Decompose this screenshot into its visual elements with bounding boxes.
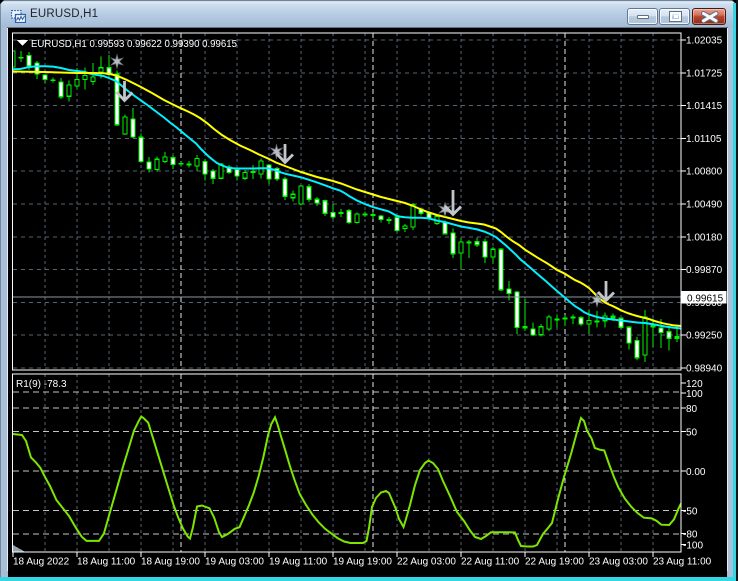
svg-text:50: 50 [686,428,698,439]
svg-text:-80: -80 [683,530,698,541]
svg-text:1.01415: 1.01415 [686,101,723,112]
svg-text:1.01105: 1.01105 [686,134,722,145]
svg-text:-50: -50 [683,507,698,518]
svg-text:22 Aug 03:00: 22 Aug 03:00 [397,557,456,568]
svg-text:19 Aug 19:00: 19 Aug 19:00 [333,557,392,568]
svg-text:22 Aug 19:00: 22 Aug 19:00 [525,557,584,568]
svg-text:R1(9) -78.3: R1(9) -78.3 [16,379,67,390]
svg-text:1.00180: 1.00180 [686,232,723,243]
svg-text:18 Aug 2022: 18 Aug 2022 [13,557,70,568]
svg-text:0.98940: 0.98940 [686,364,723,375]
svg-text:19 Aug 11:00: 19 Aug 11:00 [269,557,328,568]
svg-text:1.01725: 1.01725 [686,68,723,79]
svg-text:-100: -100 [683,541,703,552]
svg-text:1.02035: 1.02035 [686,36,723,47]
svg-text:18 Aug 11:00: 18 Aug 11:00 [77,557,136,568]
svg-text:100: 100 [686,389,703,400]
svg-text:22 Aug 11:00: 22 Aug 11:00 [461,557,520,568]
svg-text:EURUSD,H1 0.99593 0.99622 0.9: EURUSD,H1 0.99593 0.99622 0.99390 0.9961… [31,39,237,50]
svg-text:23 Aug 03:00: 23 Aug 03:00 [589,557,648,568]
svg-text:80: 80 [686,404,698,415]
svg-text:19 Aug 03:00: 19 Aug 03:00 [205,557,264,568]
svg-text:23 Aug 11:00: 23 Aug 11:00 [653,557,712,568]
svg-text:1.00490: 1.00490 [686,200,723,211]
svg-text:0.99250: 0.99250 [686,331,723,342]
svg-text:1.00800: 1.00800 [686,167,723,178]
svg-text:0.99870: 0.99870 [686,265,723,276]
svg-text:0.00: 0.00 [686,467,706,478]
svg-text:0.99615: 0.99615 [687,294,724,305]
svg-text:18 Aug 19:00: 18 Aug 19:00 [141,557,200,568]
